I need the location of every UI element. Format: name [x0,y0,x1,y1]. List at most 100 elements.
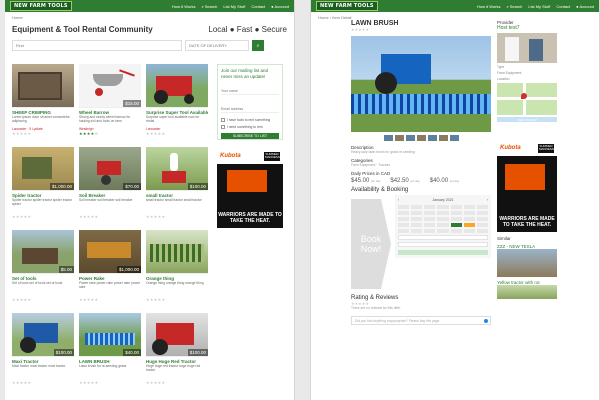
email-field[interactable] [221,106,279,113]
start-date-field[interactable] [398,235,488,240]
listing-card[interactable]: $1,000.00 Power Rake Power rake power ra… [79,230,141,307]
ad-brand: Kubota [220,153,241,159]
flag-input[interactable]: Did you find anything inappropriate? Ple… [351,316,491,325]
ad-tractor-image [505,164,545,190]
rating-stars: ★★★★★ [146,297,166,302]
listing-card[interactable]: $100.00 Huge Huge Red Tractor Huge huge … [146,313,208,390]
book-now-button[interactable]: Book Now! [351,199,391,289]
nav-list-my-stuff[interactable]: List My Stuff [223,4,245,9]
listing-card[interactable]: $40.00 LAWN BRUSH Lawn brush for re-seed… [79,313,141,390]
kubota-ad[interactable]: Kubota SUMMER MADNESS WARRIORS ARE MADE … [497,140,557,232]
nav-search[interactable]: ⌕ Search [201,4,217,9]
mailing-list-box: Join our mailing list and never miss an … [217,64,283,140]
prices-label: Daily Prices in CAD [351,171,391,176]
listing-price: $70.00 [123,183,141,190]
provider-name[interactable]: Host test7 [497,25,557,31]
view-map-button[interactable]: VIEW ON MAP [497,117,557,122]
listing-price: $1,000.00 [116,266,141,273]
listing-image[interactable]: $100.00 [146,313,208,357]
listing-card[interactable]: $70.00 Soil Breaker Soil breaker soil br… [79,147,141,224]
listing-card[interactable]: $100.00 Maxi Tractor Maxi tractor maxi t… [12,313,74,390]
prev-month-icon[interactable]: ‹ [398,198,399,202]
nav-contact[interactable]: Contact [556,4,570,9]
rating-stars: ★★★★★ [12,297,32,302]
ad-brand: Kubota [500,145,521,151]
home-page-panel: NEW FARM TOOLS How it Works ⌕ Search List… [5,0,295,400]
checkbox-rent-out[interactable]: I have tools to rent something [221,118,279,122]
checkbox-need[interactable]: I need something to rent [221,125,279,129]
listing-card[interactable]: $100.00 small tractor small tractor smal… [146,147,208,224]
breadcrumb[interactable]: Home [5,12,294,23]
listing-price: $1,000.00 [49,183,74,190]
kubota-ad[interactable]: Kubota SUMMER MADNESS WARRIORS ARE MADE … [217,148,283,228]
listing-card[interactable]: $1,000.00 Spider tractor Spider tractor … [12,147,74,224]
nav-search[interactable]: ⌕ Search [506,4,522,9]
listing-desc: Lawn brush for re-seeding grass [79,364,127,368]
listing-image[interactable]: $15.00 [79,64,141,108]
listing-image[interactable]: $1,000.00 [79,230,141,274]
name-field[interactable] [221,88,279,95]
price-amount: $40.00 [429,178,449,184]
listing-card[interactable]: Orange thing Orange thing orange thing o… [146,230,208,307]
site-logo[interactable]: NEW FARM TOOLS [10,1,72,11]
categories-text[interactable]: Farm Equipment · Tractors [351,163,491,167]
listing-image[interactable]: $1,000.00 [12,147,74,191]
user-icon: ● [576,3,579,9]
listing-image[interactable]: $100.00 [146,147,208,191]
listing-image[interactable]: $40.00 [79,313,141,357]
price-item: $42.50 per day [390,178,419,184]
listing-image[interactable] [146,230,208,274]
nav-account[interactable]: ● Account [576,4,594,9]
ad-headline: WARRIORS ARE MADE TO TAKE THE HEAT. [499,216,555,228]
price-item: $45.00 per day [351,178,380,184]
calendar-month: January 2021 [432,198,454,202]
nav-list-my-stuff[interactable]: List My Stuff [528,4,550,9]
listing-desc: Spider tractor spider tractor spider tra… [12,198,73,206]
listing-image[interactable]: $100.00 [12,313,74,357]
rating-stars: ★★★★★ [146,380,166,385]
listing-card[interactable]: $15.00 Wheel Barrow Strong and sturdy wh… [79,64,141,141]
rating-stars: ★★★★★ [12,131,32,136]
listing-image[interactable]: $5.00 [12,230,74,274]
item-title: LAWN BRUSH [351,20,399,27]
item-main-image[interactable] [351,36,491,132]
search-icon: ⌕ [201,3,204,9]
end-date-field[interactable] [398,242,488,247]
rating-stars: ★★★★★ [12,380,32,385]
location-map[interactable] [497,83,557,115]
listing-image[interactable]: $70.00 [79,147,141,191]
checkbox-icon[interactable] [221,118,225,122]
subscribe-button[interactable]: SUBSCRIBE TO LIST [221,133,279,139]
nav-how-it-works[interactable]: How it Works [477,4,500,9]
search-button[interactable]: ⌕ [252,40,264,51]
next-month-icon[interactable]: › [487,198,488,202]
listing-desc: Power rake power rake power rake power r… [79,281,141,289]
similar-item[interactable]: Yellow tractor with rot [497,280,557,299]
price-unit: per day [449,179,460,183]
site-logo[interactable]: NEW FARM TOOLS [316,1,378,11]
search-input[interactable] [12,40,182,51]
nav-contact[interactable]: Contact [251,4,265,9]
listing-card[interactable]: Surprise Super Tool Available Surprise s… [146,64,208,141]
similar-item[interactable]: ZZZ - NEW TESLA [497,244,557,277]
listing-desc: Surprise super tool available now for re… [146,115,200,123]
book-submit-button[interactable] [398,250,488,255]
nav-account-label: Account [274,3,289,9]
send-icon[interactable] [484,319,488,323]
similar-image[interactable] [497,249,557,277]
checkbox-icon[interactable] [221,125,225,129]
nav-account[interactable]: ● Account [271,4,289,9]
gallery-thumbnails[interactable] [351,135,491,141]
listing-desc: Set of tools set of tools set of tools [12,281,63,285]
listing-card[interactable]: $5.00 Set of tools Set of tools set of t… [12,230,74,307]
location-label: Location [497,77,510,81]
date-input[interactable] [185,40,249,51]
nav-how-it-works[interactable]: How it Works [172,4,195,9]
listing-card[interactable]: SHEEP CRIMPING Lorem ipsum dolor sit ame… [12,64,74,141]
listing-image[interactable] [146,64,208,108]
similar-image[interactable] [497,285,557,299]
price-amount: $45.00 [351,178,370,184]
listing-image[interactable] [12,64,74,108]
calendar-days[interactable] [398,205,488,233]
listing-desc: Huge huge red tractor huge huge red trac… [146,364,201,372]
